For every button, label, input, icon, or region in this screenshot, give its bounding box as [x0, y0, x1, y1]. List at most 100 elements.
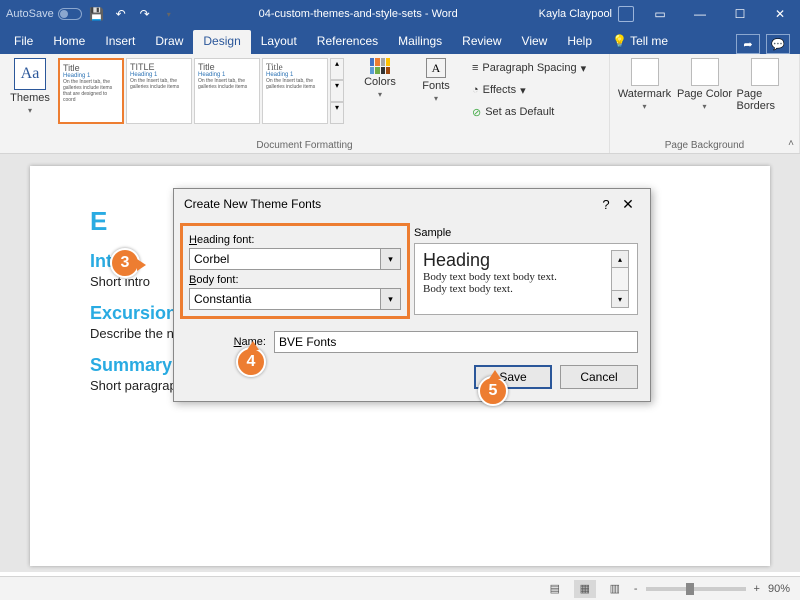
zoom-slider[interactable]	[646, 587, 746, 591]
scroll-down-icon[interactable]: ▾	[611, 290, 629, 308]
body-font-input[interactable]	[189, 288, 381, 310]
sample-body1: Body text body text body text.	[423, 271, 611, 283]
quick-access-toolbar: AutoSave 💾 ↶ ↷ ▾	[0, 5, 184, 23]
tab-layout[interactable]: Layout	[251, 30, 307, 54]
user-area[interactable]: Kayla Claypool	[533, 6, 640, 22]
title-bar: AutoSave 💾 ↶ ↷ ▾ 04-custom-themes-and-st…	[0, 0, 800, 28]
scroll-down-icon[interactable]: ▾	[330, 80, 344, 102]
ribbon-tabs: File Home Insert Draw Design Layout Refe…	[0, 28, 800, 54]
tab-draw[interactable]: Draw	[145, 30, 193, 54]
redo-icon[interactable]: ↷	[136, 5, 154, 23]
web-layout-icon[interactable]: ▥	[604, 580, 626, 598]
gallery-more-icon[interactable]: ▾	[330, 102, 344, 124]
sample-heading: Heading	[423, 250, 611, 271]
style-tile[interactable]: TitleHeading 1On the Insert tab, the gal…	[194, 58, 260, 124]
colors-button[interactable]: Colors▾	[356, 58, 404, 122]
tab-file[interactable]: File	[4, 30, 43, 54]
effects-button[interactable]: ◔ Effects ▾	[472, 80, 586, 100]
body-font-combo[interactable]: ▾	[189, 288, 401, 310]
tab-view[interactable]: View	[512, 30, 558, 54]
zoom-in-button[interactable]: +	[754, 583, 760, 595]
chevron-down-icon[interactable]: ▾	[381, 248, 401, 270]
ribbon-options-icon[interactable]: ▭	[640, 0, 680, 28]
tab-review[interactable]: Review	[452, 30, 511, 54]
undo-icon[interactable]: ↶	[112, 5, 130, 23]
zoom-level[interactable]: 90%	[768, 583, 790, 595]
qat-customize-icon[interactable]: ▾	[160, 5, 178, 23]
zoom-out-button[interactable]: -	[634, 583, 638, 595]
status-bar: ▤ ▦ ▥ - + 90%	[0, 576, 800, 600]
themes-label: Themes	[10, 92, 50, 104]
heading-font-combo[interactable]: ▾	[189, 248, 401, 270]
chevron-down-icon[interactable]: ▾	[381, 288, 401, 310]
set-default-button[interactable]: ⊘ Set as Default	[472, 102, 586, 122]
gallery-scroll[interactable]: ▴ ▾ ▾	[330, 58, 344, 124]
toggle-off-icon[interactable]	[58, 8, 82, 20]
save-icon[interactable]: 💾	[88, 5, 106, 23]
dialog-titlebar[interactable]: Create New Theme Fonts ? ✕	[174, 189, 650, 219]
tab-mailings[interactable]: Mailings	[388, 30, 452, 54]
sample-body2: Body text body text.	[423, 283, 611, 295]
heading-font-label: Heading font:	[189, 234, 401, 246]
comments-icon[interactable]: 💬	[766, 34, 790, 54]
scroll-up-icon[interactable]: ▴	[330, 58, 344, 80]
document-title: 04-custom-themes-and-style-sets - Word	[184, 8, 533, 20]
tab-tellme[interactable]: 💡 Tell me	[602, 30, 678, 54]
watermark-button[interactable]: Watermark▾	[617, 58, 673, 111]
scroll-up-icon[interactable]: ▴	[611, 250, 629, 268]
minimize-icon[interactable]: —	[680, 0, 720, 28]
colors-icon	[370, 58, 390, 74]
scroll-track[interactable]	[611, 268, 629, 290]
tab-home[interactable]: Home	[43, 30, 95, 54]
tab-design[interactable]: Design	[193, 30, 250, 54]
style-set-gallery[interactable]: TitleHeading 1On the Insert tab, the gal…	[58, 58, 344, 124]
chevron-down-icon: ▾	[28, 106, 32, 115]
read-mode-icon[interactable]: ▤	[544, 580, 566, 598]
tab-references[interactable]: References	[307, 30, 388, 54]
fonts-button[interactable]: A Fonts▾	[412, 58, 460, 122]
name-input[interactable]	[274, 331, 638, 353]
dialog-title: Create New Theme Fonts	[184, 197, 321, 211]
watermark-icon	[631, 58, 659, 86]
zoom-thumb[interactable]	[686, 583, 694, 595]
sample-preview: Heading Body text body text body text. B…	[414, 243, 638, 315]
themes-button[interactable]: Aa Themes ▾	[6, 58, 54, 115]
close-window-icon[interactable]: ✕	[760, 0, 800, 28]
group-label-pagebg: Page Background	[616, 136, 793, 151]
callout-badge-3: 3	[110, 248, 140, 278]
style-tile[interactable]: TitleHeading 1On the Insert tab, the gal…	[58, 58, 124, 124]
page-borders-button[interactable]: Page Borders	[737, 58, 793, 112]
themes-icon: Aa	[14, 58, 46, 90]
autosave-label: AutoSave	[6, 8, 54, 20]
heading-font-input[interactable]	[189, 248, 381, 270]
user-name: Kayla Claypool	[539, 8, 612, 20]
paragraph-spacing-button[interactable]: ≡ Paragraph Spacing ▾	[472, 58, 586, 78]
fonts-icon: A	[426, 58, 446, 78]
sample-label: Sample	[414, 227, 638, 239]
font-selectors-highlight: Heading font: ▾ Body font: ▾	[180, 223, 410, 319]
window-controls: ▭ — ☐ ✕	[640, 0, 800, 28]
share-icon[interactable]: ➦	[736, 34, 760, 54]
collapse-ribbon-icon[interactable]: ˄	[788, 138, 794, 149]
tab-help[interactable]: Help	[557, 30, 602, 54]
ribbon: Aa Themes ▾ TitleHeading 1On the Insert …	[0, 54, 800, 154]
page-color-icon	[691, 58, 719, 86]
group-label-docfmt: Document Formatting	[6, 136, 603, 151]
page-borders-icon	[751, 58, 779, 86]
tab-insert[interactable]: Insert	[95, 30, 145, 54]
callout-badge-5: 5	[478, 376, 508, 406]
style-tile[interactable]: TitleHeading 1On the Insert tab, the gal…	[262, 58, 328, 124]
page-color-button[interactable]: Page Color▾	[677, 58, 733, 111]
help-icon[interactable]: ?	[596, 197, 616, 212]
print-layout-icon[interactable]: ▦	[574, 580, 596, 598]
check-icon: ⊘	[472, 106, 481, 119]
callout-badge-4: 4	[236, 347, 266, 377]
sample-scrollbar[interactable]: ▴ ▾	[611, 250, 629, 308]
maximize-icon[interactable]: ☐	[720, 0, 760, 28]
cancel-button[interactable]: Cancel	[560, 365, 638, 389]
autosave-toggle[interactable]: AutoSave	[6, 8, 82, 20]
close-icon[interactable]: ✕	[616, 196, 640, 213]
style-tile[interactable]: TITLEHeading 1On the Insert tab, the gal…	[126, 58, 192, 124]
body-font-label: Body font:	[189, 274, 401, 286]
user-avatar-icon	[618, 6, 634, 22]
